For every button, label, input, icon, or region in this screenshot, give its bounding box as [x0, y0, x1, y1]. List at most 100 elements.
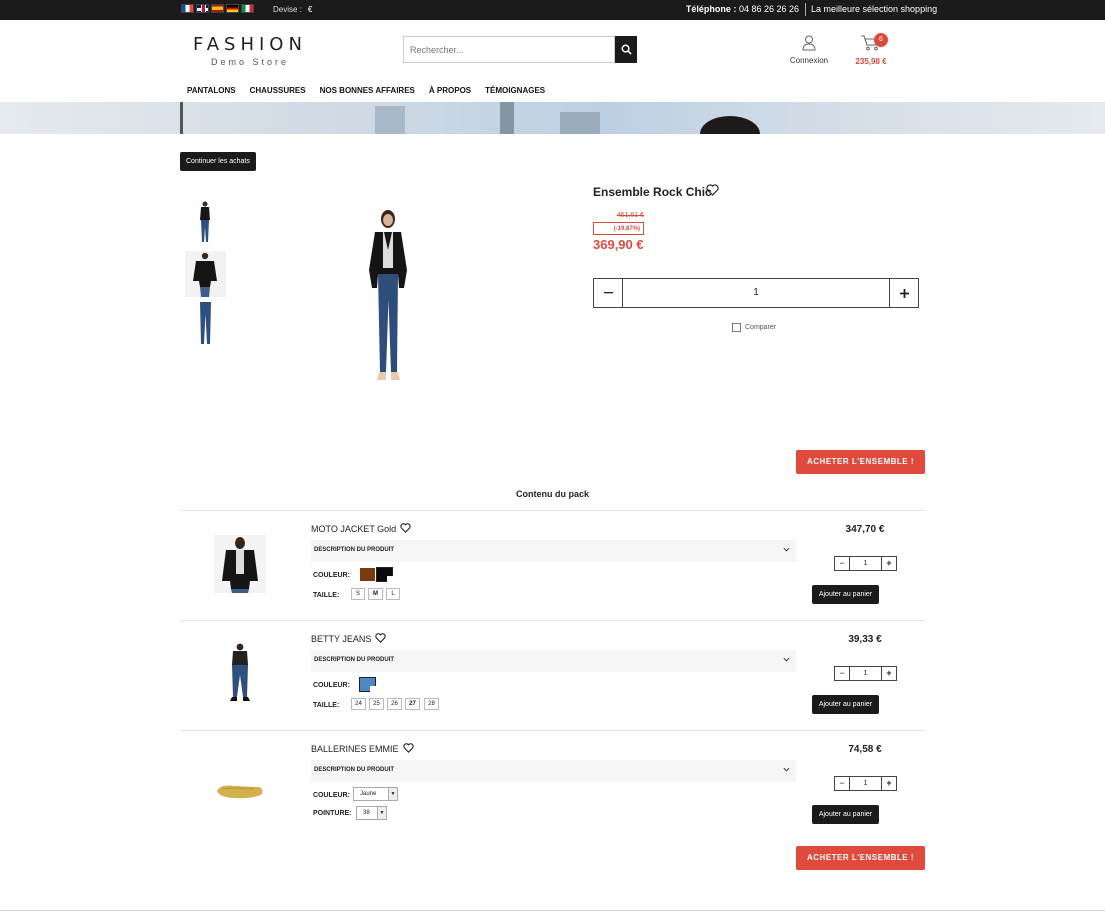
color-label: COULEUR: — [313, 682, 350, 689]
continue-shopping-button[interactable]: Continuer les achats — [180, 152, 256, 171]
quantity-stepper: − 1 + — [834, 556, 897, 571]
description-label: DESCRIPTION DU PRODUIT — [314, 547, 395, 553]
wishlist-button[interactable] — [403, 742, 414, 756]
description-toggle[interactable]: DESCRIPTION DU PRODUIT — [311, 760, 796, 782]
logo-main[interactable]: FASHION — [193, 34, 307, 55]
cart-link[interactable]: 6 235,98 € — [852, 33, 890, 66]
pack-item-price: 347,70 € — [845, 524, 885, 535]
flag-fr-icon[interactable] — [181, 4, 194, 13]
thumbnail-jacket-image — [193, 252, 217, 297]
thumbnail-3[interactable] — [185, 300, 226, 346]
quantity-decrease-button[interactable]: − — [835, 777, 850, 790]
nav-item-a-propos[interactable]: À PROPOS — [429, 86, 471, 95]
pack-item: BETTY JEANS DESCRIPTION DU PRODUIT COULE… — [180, 621, 925, 731]
banner-tower — [500, 102, 514, 134]
nav-item-temoignages[interactable]: TÉMOIGNAGES — [485, 86, 545, 95]
size-option[interactable]: 25 — [369, 698, 384, 710]
pack-item-name[interactable]: BALLERINES EMMIE — [311, 744, 399, 754]
quantity-input[interactable]: 1 — [850, 667, 881, 680]
thumbnail-outfit-image — [200, 201, 210, 242]
currency-label: Devise : — [273, 5, 302, 14]
color-select-value: Jaune — [360, 791, 377, 797]
size-label: TAILLE: — [313, 702, 340, 709]
thumbnail-1[interactable] — [185, 200, 226, 246]
quantity-stepper: 1 — [593, 278, 919, 308]
compare-label: Comparer — [745, 324, 777, 331]
size-option[interactable]: 28 — [424, 698, 439, 710]
banner-pillar — [180, 102, 183, 134]
compare-checkbox[interactable] — [732, 323, 741, 332]
top-bar: Devise : € Téléphone : 04 86 26 26 26 La … — [0, 0, 1105, 20]
color-swatch-brown[interactable] — [360, 568, 375, 581]
nav-item-bonnes-affaires[interactable]: NOS BONNES AFFAIRES — [320, 86, 415, 95]
cart-total: 235,98 € — [855, 57, 887, 66]
color-label: COULEUR: — [313, 792, 350, 799]
search-button[interactable] — [615, 36, 637, 63]
heart-icon — [706, 184, 719, 196]
phone-number: 04 86 26 26 26 — [738, 4, 799, 14]
description-toggle[interactable]: DESCRIPTION DU PRODUIT — [311, 540, 796, 562]
search-input[interactable] — [403, 36, 615, 63]
color-swatch-black[interactable] — [376, 567, 394, 583]
wishlist-button[interactable] — [400, 522, 411, 536]
buy-pack-button[interactable]: ACHETER L'ENSEMBLE ! — [796, 846, 925, 870]
account-link[interactable]: Connexion — [785, 35, 833, 65]
category-banner — [0, 102, 1105, 134]
pack-item: BALLERINES EMMIE DESCRIPTION DU PRODUIT … — [180, 731, 925, 841]
phone-info: Téléphone : 04 86 26 26 26 — [686, 4, 799, 14]
quantity-increase-button[interactable]: + — [881, 667, 896, 680]
size-select[interactable]: 38 ▼ — [356, 806, 387, 820]
size-option[interactable]: 26 — [387, 698, 402, 710]
quantity-input[interactable]: 1 — [850, 557, 881, 570]
flag-de-icon[interactable] — [226, 4, 239, 13]
add-to-cart-button[interactable]: Ajouter au panier — [812, 585, 879, 604]
quantity-input[interactable]: 1 — [850, 777, 881, 790]
quantity-stepper: − 1 + — [834, 776, 897, 791]
wishlist-button[interactable] — [706, 184, 719, 199]
thumbnail-2[interactable] — [185, 251, 226, 297]
flag-gb-icon[interactable] — [196, 4, 209, 13]
plus-icon — [899, 288, 909, 298]
heart-icon — [403, 743, 414, 753]
size-option[interactable]: 24 — [351, 698, 366, 710]
color-swatch-blue[interactable] — [359, 677, 377, 693]
quantity-decrease-button[interactable]: − — [835, 667, 850, 680]
add-to-cart-button[interactable]: Ajouter au panier — [812, 695, 879, 714]
size-label: TAILLE: — [313, 592, 340, 599]
quantity-input[interactable]: 1 — [623, 279, 889, 307]
flag-es-icon[interactable] — [211, 4, 224, 13]
size-option[interactable]: 27 — [405, 698, 420, 710]
logo-sub[interactable]: Demo Store — [211, 57, 289, 67]
pack-item-name[interactable]: MOTO JACKET Gold — [311, 524, 396, 534]
size-option[interactable]: S — [351, 588, 365, 600]
pack-title: Contenu du pack — [515, 489, 589, 499]
wishlist-button[interactable] — [375, 632, 386, 646]
description-toggle[interactable]: DESCRIPTION DU PRODUIT — [311, 650, 796, 672]
size-option[interactable]: M — [368, 588, 383, 600]
quantity-decrease-button[interactable]: − — [835, 557, 850, 570]
add-to-cart-button[interactable]: Ajouter au panier — [812, 805, 879, 824]
main-product-image[interactable] — [348, 208, 428, 388]
banner-building — [560, 112, 600, 134]
pack-item-jacket-image[interactable] — [214, 535, 266, 593]
color-select[interactable]: Jaune ▼ — [353, 787, 398, 801]
quantity-increase-button[interactable]: + — [881, 557, 896, 570]
chevron-down-icon — [783, 657, 790, 662]
search-icon — [621, 44, 632, 55]
size-option[interactable]: L — [386, 588, 400, 600]
heart-icon — [375, 633, 386, 643]
minus-icon — [603, 292, 613, 294]
pack-item-jeans-image[interactable] — [214, 643, 266, 701]
quantity-increase-button[interactable]: + — [881, 777, 896, 790]
currency-selector[interactable]: Devise : € — [273, 5, 312, 14]
nav-item-pantalons[interactable]: PANTALONS — [187, 86, 236, 95]
pack-item-name[interactable]: BETTY JEANS — [311, 634, 371, 644]
compare-toggle[interactable]: Comparer — [732, 323, 776, 332]
pack-item-shoes-image[interactable] — [214, 761, 266, 819]
buy-pack-button[interactable]: ACHETER L'ENSEMBLE ! — [796, 450, 925, 474]
quantity-decrease-button[interactable] — [594, 279, 623, 307]
pack-item: MOTO JACKET Gold DESCRIPTION DU PRODUIT … — [180, 511, 925, 621]
quantity-increase-button[interactable] — [889, 279, 918, 307]
nav-item-chaussures[interactable]: CHAUSSURES — [250, 86, 306, 95]
flag-it-icon[interactable] — [241, 4, 254, 13]
